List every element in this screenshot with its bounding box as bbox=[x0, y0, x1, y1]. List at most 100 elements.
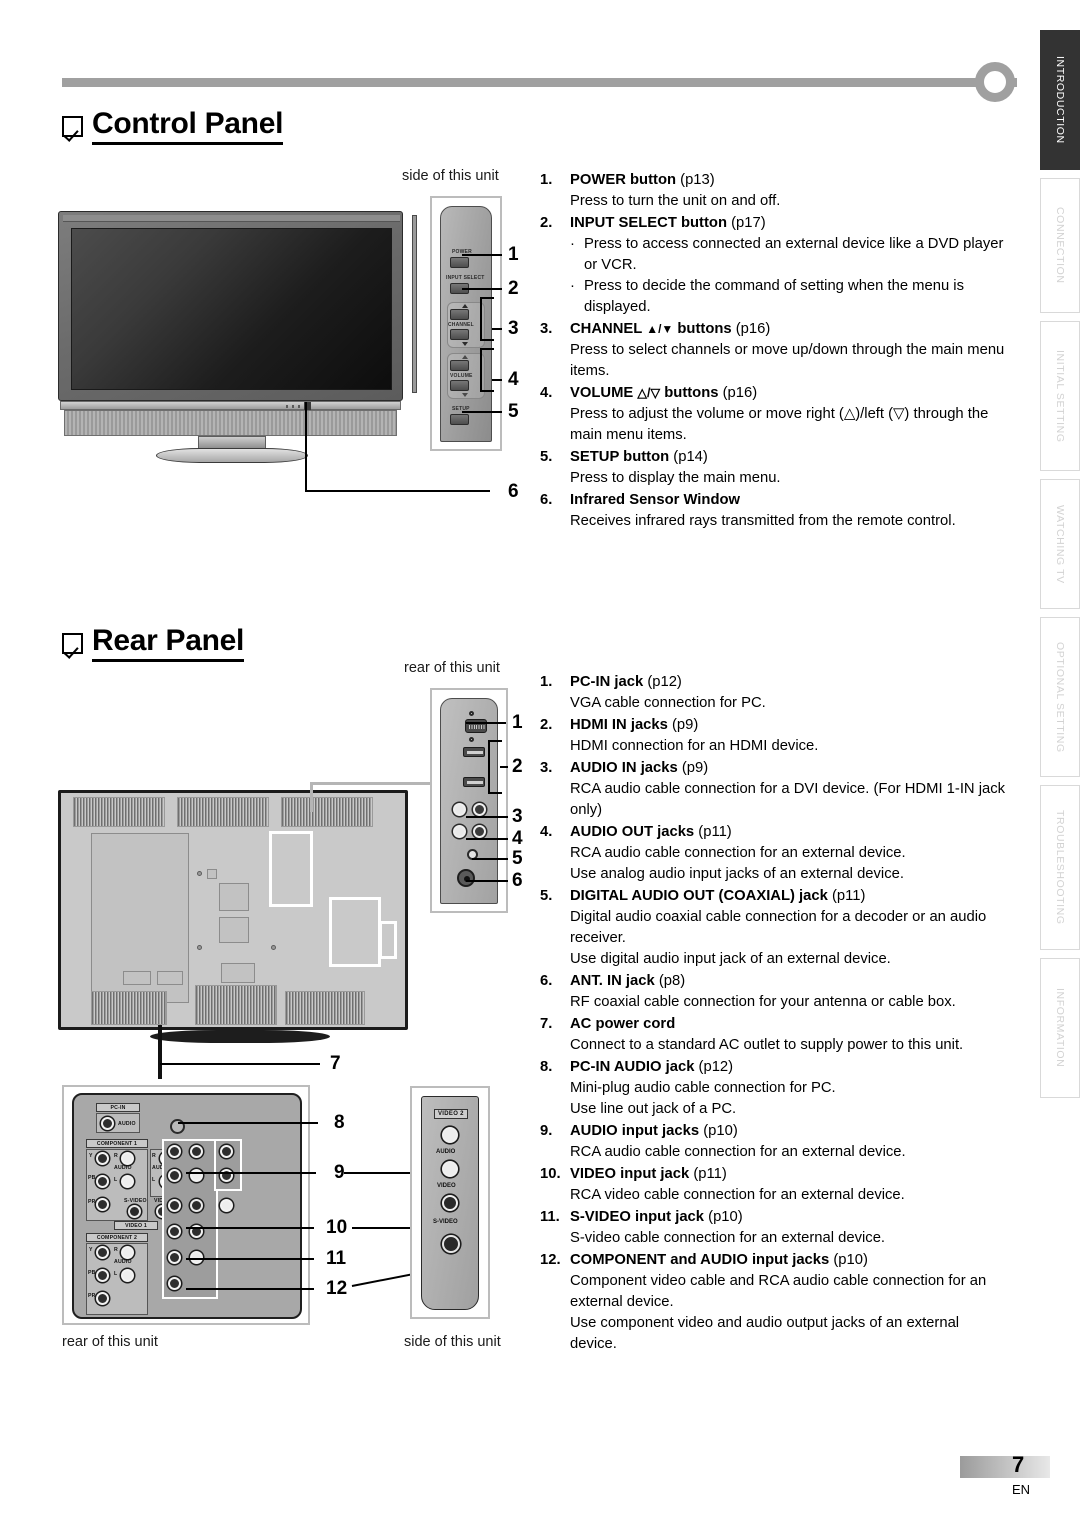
list-item-index: 6. bbox=[540, 973, 553, 989]
bullet-dot-icon: · bbox=[570, 236, 575, 252]
list-item-body: VOLUME △/▽ buttons (p16) Press to adjust … bbox=[570, 383, 1010, 446]
page-reference: (p11) bbox=[689, 1166, 727, 1182]
tab-connection[interactable]: CONNECTION bbox=[1040, 178, 1080, 313]
col-jack-10 bbox=[168, 1225, 181, 1238]
list-item-title: Infrared Sensor Window bbox=[570, 492, 741, 508]
video1-s-video-jack bbox=[128, 1205, 141, 1218]
page-reference: (p10) bbox=[829, 1252, 868, 1268]
hdmi-in-jack-2 bbox=[463, 777, 485, 787]
tv-front-bezel-bar bbox=[60, 401, 401, 410]
page-reference: (p11) bbox=[694, 824, 732, 840]
list-item-title: DIGITAL AUDIO OUT (COAXIAL) jack (p11) bbox=[570, 888, 866, 904]
rear-panel-heading-text: Rear Panel bbox=[92, 625, 244, 662]
list-item-index: 5. bbox=[540, 449, 553, 465]
page-reference: (p9) bbox=[667, 717, 699, 733]
list-item-index: 1. bbox=[540, 674, 553, 690]
label-component-1: COMPONENT 1 bbox=[86, 1139, 148, 1148]
tab-optional-setting[interactable]: OPTIONAL SETTING bbox=[1040, 617, 1080, 777]
list-item: 4. AUDIO OUT jacks (p11) RCA audio cable c… bbox=[540, 822, 1010, 885]
list-item-body: PC-IN jack (p12) VGA cable connection for… bbox=[570, 672, 1010, 714]
col-jack-6 bbox=[220, 1169, 233, 1182]
list-item: 1. POWER button (p13) Press to turn the un… bbox=[540, 170, 1010, 212]
label-pr-2: PR bbox=[88, 1293, 96, 1299]
rear-panel-text-list: 1. PC-IN jack (p12) VGA cable connection f… bbox=[540, 672, 1010, 1356]
list-item-description: Press to adjust the volume or move right… bbox=[570, 406, 989, 443]
leader-9a bbox=[186, 1172, 316, 1175]
tab-watching-tv[interactable]: WATCHING TV bbox=[1040, 479, 1080, 609]
col-jack-12 bbox=[168, 1251, 181, 1264]
bullet-item: · Press to access connected an external d… bbox=[570, 234, 1010, 276]
control-panel-text-list: 1. POWER button (p13) Press to turn the un… bbox=[540, 170, 1010, 533]
tv-rear-plate-d bbox=[123, 971, 151, 985]
callout-7: 7 bbox=[330, 1053, 341, 1074]
tab-label: INITIAL SETTING bbox=[1054, 349, 1066, 443]
caption-rear-of-unit-bottom: rear of this unit bbox=[62, 1334, 158, 1350]
tv-rear-vent-bottom-right bbox=[285, 991, 365, 1025]
list-item-title: AUDIO input jacks (p10) bbox=[570, 1123, 738, 1139]
component2-y-jack bbox=[96, 1246, 109, 1259]
component1-audio-r-jack bbox=[121, 1152, 134, 1165]
list-item-title: SETUP button (p14) bbox=[570, 449, 708, 465]
tab-label: OPTIONAL SETTING bbox=[1054, 641, 1066, 753]
list-item: 1. PC-IN jack (p12) VGA cable connection f… bbox=[540, 672, 1010, 714]
tv-rear-vent-bottom-center bbox=[195, 985, 277, 1025]
tab-introduction[interactable]: INTRODUCTION bbox=[1040, 30, 1080, 170]
page-reference: (p10) bbox=[704, 1209, 743, 1225]
list-item: 9. AUDIO input jacks (p10) RCA audio cable… bbox=[540, 1121, 1010, 1163]
video2-audio-r-jack bbox=[442, 1127, 458, 1143]
volume-down-arrow-icon bbox=[462, 393, 468, 397]
rear-callout-1: 1 bbox=[512, 712, 523, 733]
list-item-description: VGA cable connection for PC. bbox=[570, 695, 766, 711]
leader-3 bbox=[492, 328, 502, 331]
side-button-volume-down bbox=[450, 380, 469, 391]
bullet-dot-icon: · bbox=[570, 278, 575, 294]
component1-pr-jack bbox=[96, 1198, 109, 1211]
label-pr-1: PR bbox=[88, 1199, 96, 1205]
leader-12 bbox=[186, 1288, 314, 1291]
side-label-volume: VOLUME bbox=[450, 373, 473, 379]
leader-sensor-horizontal bbox=[305, 490, 490, 493]
col-jack-5 bbox=[190, 1169, 203, 1182]
ant-in-jack bbox=[457, 869, 475, 887]
col-jack-9 bbox=[220, 1199, 233, 1212]
list-item-title: AUDIO OUT jacks (p11) bbox=[570, 824, 732, 840]
section-tab-rail: INTRODUCTION CONNECTION INITIAL SETTING WAT… bbox=[1030, 30, 1080, 1150]
list-item-body: DIGITAL AUDIO OUT (COAXIAL) jack (p11) Di… bbox=[570, 886, 1010, 970]
list-item-body: AUDIO OUT jacks (p11) RCA audio cable con… bbox=[570, 822, 1010, 885]
col-s-video-jack bbox=[190, 1199, 203, 1212]
control-panel-heading-text: Control Panel bbox=[92, 108, 283, 145]
list-item-title: CHANNEL ▲/▼ buttons (p16) bbox=[570, 321, 771, 337]
tv-front-indicator-leds bbox=[286, 405, 302, 408]
rear-callout-5: 5 bbox=[512, 848, 523, 869]
label-pc-in: PC-IN bbox=[96, 1103, 140, 1112]
page-reference: (p16) bbox=[731, 321, 771, 337]
side-button-volume-up bbox=[450, 360, 469, 371]
list-item: 5. DIGITAL AUDIO OUT (COAXIAL) jack (p11)… bbox=[540, 886, 1010, 970]
rear-jack-column-left bbox=[162, 1139, 218, 1299]
list-item: 4. VOLUME △/▽ buttons (p16) Press to adjus… bbox=[540, 383, 1010, 446]
list-item-description: Digital audio coaxial cable connection f… bbox=[570, 909, 987, 946]
tv-rear-vent-top-center bbox=[177, 797, 269, 827]
tv-rear-screw-3 bbox=[271, 945, 276, 950]
list-item-body: PC-IN AUDIO jack (p12) Mini-plug audio ca… bbox=[570, 1057, 1010, 1120]
caption-rear-of-unit-top: rear of this unit bbox=[404, 660, 500, 676]
list-item-title: AUDIO IN jacks (p9) bbox=[570, 760, 709, 776]
audio-out-jack-left bbox=[453, 825, 466, 838]
page-reference: (p8) bbox=[654, 973, 686, 989]
tab-label: INFORMATION bbox=[1054, 988, 1066, 1068]
tv-rear-vent-top-right bbox=[281, 797, 373, 827]
list-item-body: ANT. IN jack (p8) RF coaxial cable connec… bbox=[570, 971, 1010, 1013]
tab-initial-setting[interactable]: INITIAL SETTING bbox=[1040, 321, 1080, 471]
pc-in-audio-jack bbox=[101, 1117, 114, 1130]
list-item-index: 5. bbox=[540, 888, 553, 904]
tab-troubleshooting[interactable]: TROUBLESHOOTING bbox=[1040, 785, 1080, 950]
list-item-body: S-VIDEO input jack (p10) S-video cable co… bbox=[570, 1207, 1010, 1249]
leader-rear-closeup bbox=[310, 782, 430, 785]
list-item-index: 4. bbox=[540, 385, 553, 401]
channel-up-arrow-icon bbox=[462, 304, 468, 308]
ac-power-cord bbox=[158, 1025, 162, 1079]
tv-rear-screw-1 bbox=[197, 871, 202, 876]
tab-information[interactable]: INFORMATION bbox=[1040, 958, 1080, 1098]
tv-rear-vent-top-left bbox=[73, 797, 165, 827]
tab-label: INTRODUCTION bbox=[1054, 56, 1066, 144]
